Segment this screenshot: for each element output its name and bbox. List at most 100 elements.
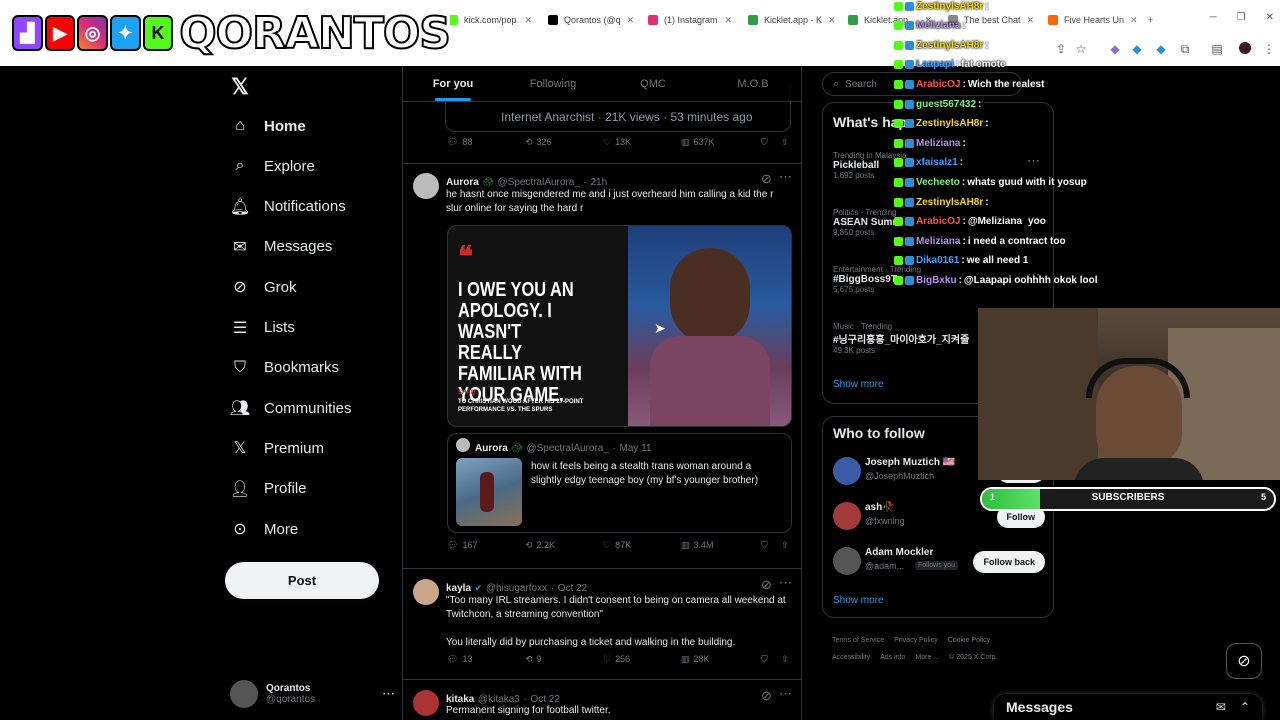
new-message-icon[interactable]: ✉ [1216, 700, 1226, 714]
share-icon[interactable]: ⇧ [781, 137, 789, 148]
bookmark-icon[interactable]: ⛉ [761, 137, 768, 148]
sub-badge-icon [905, 158, 914, 168]
nav-item-premium[interactable]: 𝕏 Premium [230, 433, 324, 463]
views-button[interactable]: ▥ 3.4M [681, 540, 714, 551]
like-button[interactable]: ♡ 87K [603, 540, 631, 551]
footer-link[interactable]: More ... [915, 649, 939, 666]
browser-tab[interactable]: Kicklet.app - K ✕ [740, 8, 840, 32]
nav-item-lists[interactable]: ☰ Lists [230, 313, 295, 343]
quoted-tweet[interactable]: Aurora 🐢︎ @SpectralAurora_ · May 11 how … [447, 433, 792, 533]
show-more-link[interactable]: Show more [833, 595, 884, 606]
sub-badge-icon [905, 177, 914, 187]
x-logo-icon[interactable]: 𝕏 [230, 72, 250, 102]
new-tab-button[interactable]: + [1140, 8, 1164, 32]
repost-button[interactable]: ⟲ 326 [525, 137, 552, 148]
views-button[interactable]: ▥ 637K [681, 137, 715, 148]
bookmark-icon[interactable]: ⛉ [761, 540, 768, 551]
sidebar-icon[interactable]: ▤ [1210, 42, 1224, 56]
share-icon[interactable]: ⇧ [781, 654, 789, 665]
close-tab-icon[interactable]: ✕ [627, 15, 635, 26]
close-tab-icon[interactable]: ✕ [724, 15, 732, 26]
show-more-link[interactable]: Show more [833, 379, 884, 390]
chat-text: @Laapapi oohhhh okok lool [963, 274, 1098, 286]
puzzle-icon[interactable]: ⧉ [1178, 42, 1192, 56]
like-button[interactable]: ♡ 13K [603, 137, 631, 148]
reply-button[interactable]: 💬︎ 13 [447, 654, 472, 665]
minimize-icon[interactable]: ─ [1210, 12, 1217, 23]
close-tab-icon[interactable]: ✕ [828, 15, 836, 26]
account-switcher[interactable]: Qorantos @qorantos ⋯ [230, 676, 395, 712]
timeline-tabs: For you Following QMC M.O.B [403, 66, 801, 102]
repost-button[interactable]: ⟲ 2.2K [525, 540, 555, 551]
nav-item-notifications[interactable]: 🔔︎ Notifications [230, 192, 346, 222]
tweet-kayla[interactable]: kayla ✔ @hisugarfoxx · Oct 22 ⊘ ⋯ "Too m… [403, 569, 801, 680]
footer-link[interactable]: Cookie Policy [948, 632, 990, 649]
browser-tab[interactable]: Qorantos (@q ✕ [540, 8, 640, 32]
tab-for-you[interactable]: For you [403, 66, 503, 101]
chat-message: guest567432: [894, 96, 983, 112]
chat-username: Meliziana [916, 235, 961, 247]
reply-button[interactable]: 💬︎ 88 [447, 137, 472, 148]
tweet-aurora[interactable]: Aurora 🐢︎ @SpectralAurora_ · 21h ⊘ ⋯ he … [403, 163, 801, 569]
footer-link[interactable]: Terms of Service [832, 632, 884, 649]
stream-chat-overlay: ZestinylsAH8r: Meliziana: ZestinylsAH8r: La… [894, 0, 1124, 290]
footer-link[interactable]: © 2025 X Corp. [949, 649, 997, 666]
share-icon[interactable]: ⇧ [781, 540, 789, 551]
chat-username: Meliziana [916, 20, 961, 32]
follow-button[interactable]: Follow back [973, 551, 1045, 573]
tweet-media[interactable]: ❝ I OWE YOU AN APOLOGY. I WASN'T REALLY … [447, 225, 792, 427]
chat-message: ZestinylsAH8r: [894, 116, 991, 132]
messages-drawer[interactable]: Messages ✉ ⌃ [994, 694, 1262, 720]
maximize-icon[interactable]: ❐ [1237, 12, 1246, 23]
chevron-up-icon[interactable]: ⌃ [1240, 700, 1250, 714]
grok-icon[interactable]: ⊘ [761, 171, 772, 187]
follow-suggestion[interactable]: Adam Mockler @adam... Follows you Follow ba… [833, 545, 1045, 579]
nav-label: Premium [264, 439, 325, 457]
more-dots-icon[interactable]: ⋯ [779, 686, 792, 702]
tab-following[interactable]: Following [503, 66, 603, 101]
nav-item-communities[interactable]: 👥︎ Communities [230, 393, 352, 423]
nav-item-messages[interactable]: ✉ Messages [230, 232, 332, 262]
browser-tab[interactable]: (1) Instagram ✕ [640, 8, 740, 32]
like-button[interactable]: ♡ 256 [603, 654, 630, 665]
nav-item-home[interactable]: ⌂ Home [230, 111, 306, 141]
avatar[interactable] [413, 173, 439, 199]
nav-item-more[interactable]: ⊙ More [230, 514, 298, 544]
extension-icon[interactable]: ◆ [1130, 42, 1144, 56]
views-button[interactable]: ▥ 28K [681, 654, 710, 665]
footer-link[interactable]: Ads info [880, 649, 905, 666]
avatar[interactable] [413, 690, 439, 716]
nav-item-grok[interactable]: ⊘ Grok [230, 272, 296, 302]
tweet-kitaka[interactable]: kitaka @kitaka3 · Oct 22 ⊘ ⋯ Permanent s… [403, 680, 801, 720]
kick-badge-icon [894, 99, 903, 109]
tab-m-o-b[interactable]: M.O.B [703, 66, 801, 101]
more-dots-icon[interactable]: ⋯ [779, 169, 792, 185]
tab-qmc[interactable]: QMC [603, 66, 703, 101]
menu-icon[interactable]: ⋮ [1262, 42, 1276, 56]
nav-item-profile[interactable]: 👤︎ Profile [230, 474, 307, 504]
extension-icon[interactable]: ◆ [1154, 42, 1168, 56]
bookmark-icon[interactable]: ⛉ [761, 654, 768, 665]
close-tab-icon[interactable]: ✕ [524, 15, 532, 26]
close-window-icon[interactable]: ✕ [1266, 12, 1274, 23]
footer-link[interactable]: Privacy Policy [894, 632, 938, 649]
search-input[interactable]: Search [845, 79, 877, 90]
post-button[interactable]: Post [225, 562, 379, 599]
avatar [833, 502, 861, 530]
reply-button[interactable]: 💬︎ 167 [447, 540, 477, 551]
grok-icon[interactable]: ⊘ [761, 688, 772, 704]
close-tab-icon[interactable]: ✕ [1130, 15, 1138, 26]
kick-badge-icon [894, 177, 903, 187]
browser-tab[interactable]: kick.com/pop ✕ [440, 8, 540, 32]
grok-button[interactable]: ⊘ [1226, 643, 1262, 679]
kick-badge-icon [894, 138, 903, 148]
profile-avatar-icon[interactable] [1238, 42, 1252, 56]
repost-button[interactable]: ⟲ 9 [525, 654, 542, 665]
footer-link[interactable]: Accessibility [832, 649, 870, 666]
follow-handle: @fxwning [865, 516, 905, 526]
avatar[interactable] [413, 579, 439, 605]
nav-item-bookmarks[interactable]: ⛉ Bookmarks [230, 353, 339, 383]
grok-icon[interactable]: ⊘ [761, 577, 772, 593]
nav-item-explore[interactable]: ⌕ Explore [230, 151, 315, 181]
more-dots-icon[interactable]: ⋯ [779, 575, 792, 591]
